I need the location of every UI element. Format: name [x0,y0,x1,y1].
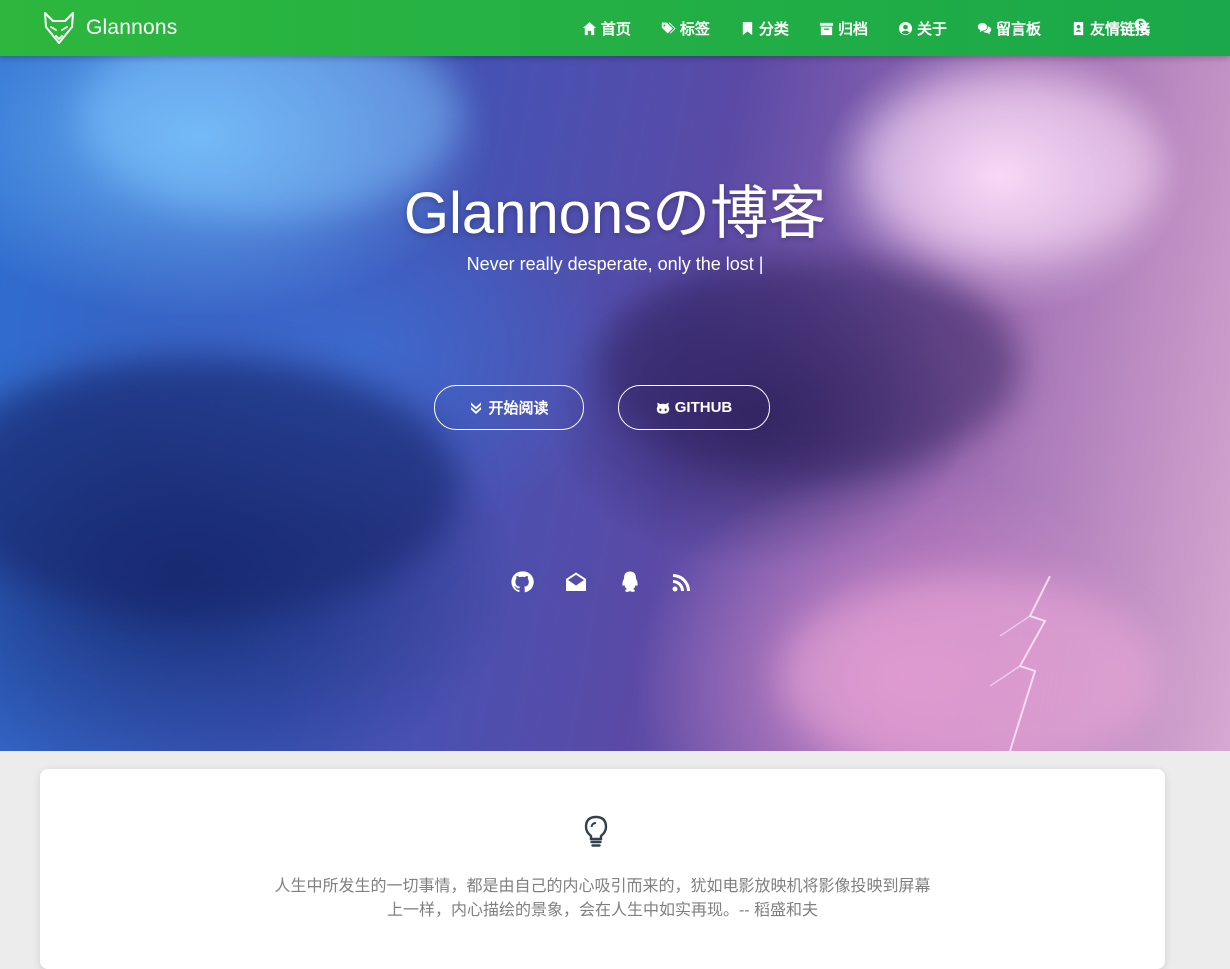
social-qq[interactable] [618,570,642,594]
quote-text: 人生中所发生的一切事情，都是由自己的内心吸引而来的，犹如电影放映机将影像投映到屏… [274,878,931,919]
social-rss[interactable] [670,570,694,594]
chevron-double-down-icon [471,402,482,414]
cloud-texture [0,356,460,616]
nav-item-label: 标签 [679,20,710,38]
github-alt-icon [656,402,669,414]
archive-icon [819,22,833,35]
fox-logo-icon [44,12,74,44]
hero-subtitle: Never really desperate, only the lost | [466,254,764,274]
quote-card: 人生中所发生的一切事情，都是由自己的内心吸引而来的，犹如电影放映机将影像投映到屏… [40,769,1165,969]
search-icon[interactable] [1134,18,1150,34]
nav-item-about[interactable]: 关于 [898,18,947,39]
brand[interactable]: Glannons [42,6,178,50]
hero-banner: Glannonsの博客 Never really desperate, only… [0,56,1230,751]
nav-item-label: 首页 [600,20,631,38]
nav-item-label: 归档 [837,20,868,38]
nav-item-guestbook[interactable]: 留言板 [977,18,1041,39]
social-email[interactable] [564,570,588,594]
address-book-icon [1073,21,1084,35]
start-reading-button[interactable]: 开始阅读 [434,385,584,430]
nav-item-categories[interactable]: 分类 [740,18,789,39]
lightbulb-icon [584,815,608,847]
user-circle-icon [898,21,913,35]
github-button-label: GITHUB [674,399,733,416]
lightning-bolt-graphic [989,576,1051,751]
qq-icon [622,571,638,592]
hero-title: Glannonsの博客 [403,181,827,246]
nav-item-archive[interactable]: 归档 [819,18,868,39]
nav-item-label: 关于 [916,20,947,38]
social-github[interactable] [510,570,534,594]
rss-icon [672,574,690,592]
comments-icon [977,22,992,34]
bookmark-icon [742,21,753,35]
github-icon [511,571,534,593]
start-reading-label: 开始阅读 [488,400,549,417]
nav-item-tags[interactable]: 标签 [661,18,710,39]
nav-item-home[interactable]: 首页 [582,18,631,39]
nav-menu: 首页 标签 分类 归档 关于 留言板 友情链接 [552,0,1150,56]
home-icon [582,21,596,35]
brand-name: Glannons [86,16,178,39]
nav-item-label: 分类 [758,20,789,38]
envelope-open-icon [566,572,586,591]
nav-item-label: 留言板 [995,20,1041,38]
github-button[interactable]: GITHUB [618,385,770,430]
cloud-texture [600,256,1020,476]
tags-icon [661,22,676,33]
top-navbar: Glannons 首页 标签 分类 归档 关于 留言板 友情链接 [0,0,1230,56]
